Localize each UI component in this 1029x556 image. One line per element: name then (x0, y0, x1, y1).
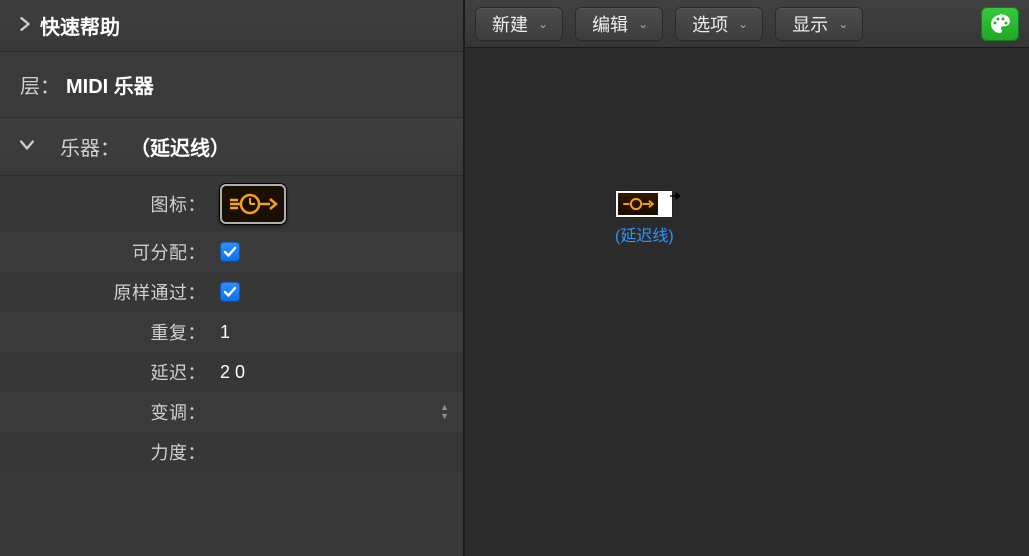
param-icon-label: 图标： (0, 191, 210, 217)
palette-icon (988, 12, 1012, 36)
passthrough-checkbox[interactable] (220, 282, 240, 302)
transpose-stepper[interactable]: ▲ ▼ (440, 404, 449, 420)
cable-out-icon (670, 191, 680, 201)
edit-menu-label: 编辑 (592, 11, 628, 37)
inspector-panel: 快速帮助 层： MIDI 乐器 乐器： （延迟线） 图标： (0, 0, 465, 556)
chevron-right-icon (18, 14, 40, 37)
param-velocity-label: 力度： (0, 439, 210, 465)
param-passthrough-row: 原样通过： (0, 272, 463, 312)
delay-clock-icon (228, 190, 278, 218)
param-assignable-label: 可分配： (0, 239, 210, 265)
param-assignable-row: 可分配： (0, 232, 463, 272)
instrument-header[interactable]: 乐器： （延迟线） (0, 118, 463, 176)
options-menu-button[interactable]: 选项 ⌄ (675, 7, 763, 41)
instrument-value: （延迟线） (130, 132, 230, 161)
chevron-down-icon: ⌄ (638, 17, 648, 31)
layer-row: 层： MIDI 乐器 (0, 52, 463, 118)
chevron-down-icon: ⌄ (738, 17, 748, 31)
param-delay-row: 延迟： 2 0 (0, 352, 463, 392)
icon-well[interactable] (220, 184, 286, 224)
workspace-toolbar: 新建 ⌄ 编辑 ⌄ 选项 ⌄ 显示 ⌄ (465, 0, 1029, 48)
color-palette-button[interactable] (981, 7, 1019, 41)
workspace-panel[interactable]: 新建 ⌄ 编辑 ⌄ 选项 ⌄ 显示 ⌄ (465, 0, 1029, 556)
view-menu-label: 显示 (792, 11, 828, 37)
param-passthrough-label: 原样通过： (0, 279, 210, 305)
chevron-down-icon: ⌄ (538, 17, 548, 31)
node-label: (延迟线) (615, 222, 674, 246)
stepper-down-icon[interactable]: ▼ (440, 413, 449, 420)
chevron-down-icon: ⌄ (838, 17, 848, 31)
param-velocity-row: 力度： (0, 432, 463, 472)
stepper-up-icon[interactable]: ▲ (440, 404, 449, 411)
new-menu-button[interactable]: 新建 ⌄ (475, 7, 563, 41)
delay-line-node[interactable]: (延迟线) (615, 190, 674, 246)
param-transpose-label: 变调： (0, 399, 210, 425)
quick-help-title: 快速帮助 (40, 11, 120, 40)
param-repeat-value[interactable]: 1 (210, 322, 463, 343)
parameters-list: 图标： 可分配： (0, 176, 463, 472)
param-transpose-row: 变调： ▲ ▼ (0, 392, 463, 432)
layer-value: MIDI 乐器 (66, 70, 154, 99)
options-menu-label: 选项 (692, 11, 728, 37)
view-menu-button[interactable]: 显示 ⌄ (775, 7, 863, 41)
node-icon-box[interactable] (615, 190, 673, 218)
instrument-label: 乐器： (60, 132, 120, 161)
param-icon-row: 图标： (0, 176, 463, 232)
layer-label: 层： (20, 70, 60, 99)
quick-help-header[interactable]: 快速帮助 (0, 0, 463, 52)
param-repeat-row: 重复： 1 (0, 312, 463, 352)
param-delay-label: 延迟： (0, 359, 210, 385)
new-menu-label: 新建 (492, 11, 528, 37)
param-delay-value[interactable]: 2 0 (210, 362, 463, 383)
param-repeat-label: 重复： (0, 319, 210, 345)
delay-clock-icon (618, 193, 658, 215)
edit-menu-button[interactable]: 编辑 ⌄ (575, 7, 663, 41)
chevron-down-icon (20, 135, 42, 158)
assignable-checkbox[interactable] (220, 242, 240, 262)
